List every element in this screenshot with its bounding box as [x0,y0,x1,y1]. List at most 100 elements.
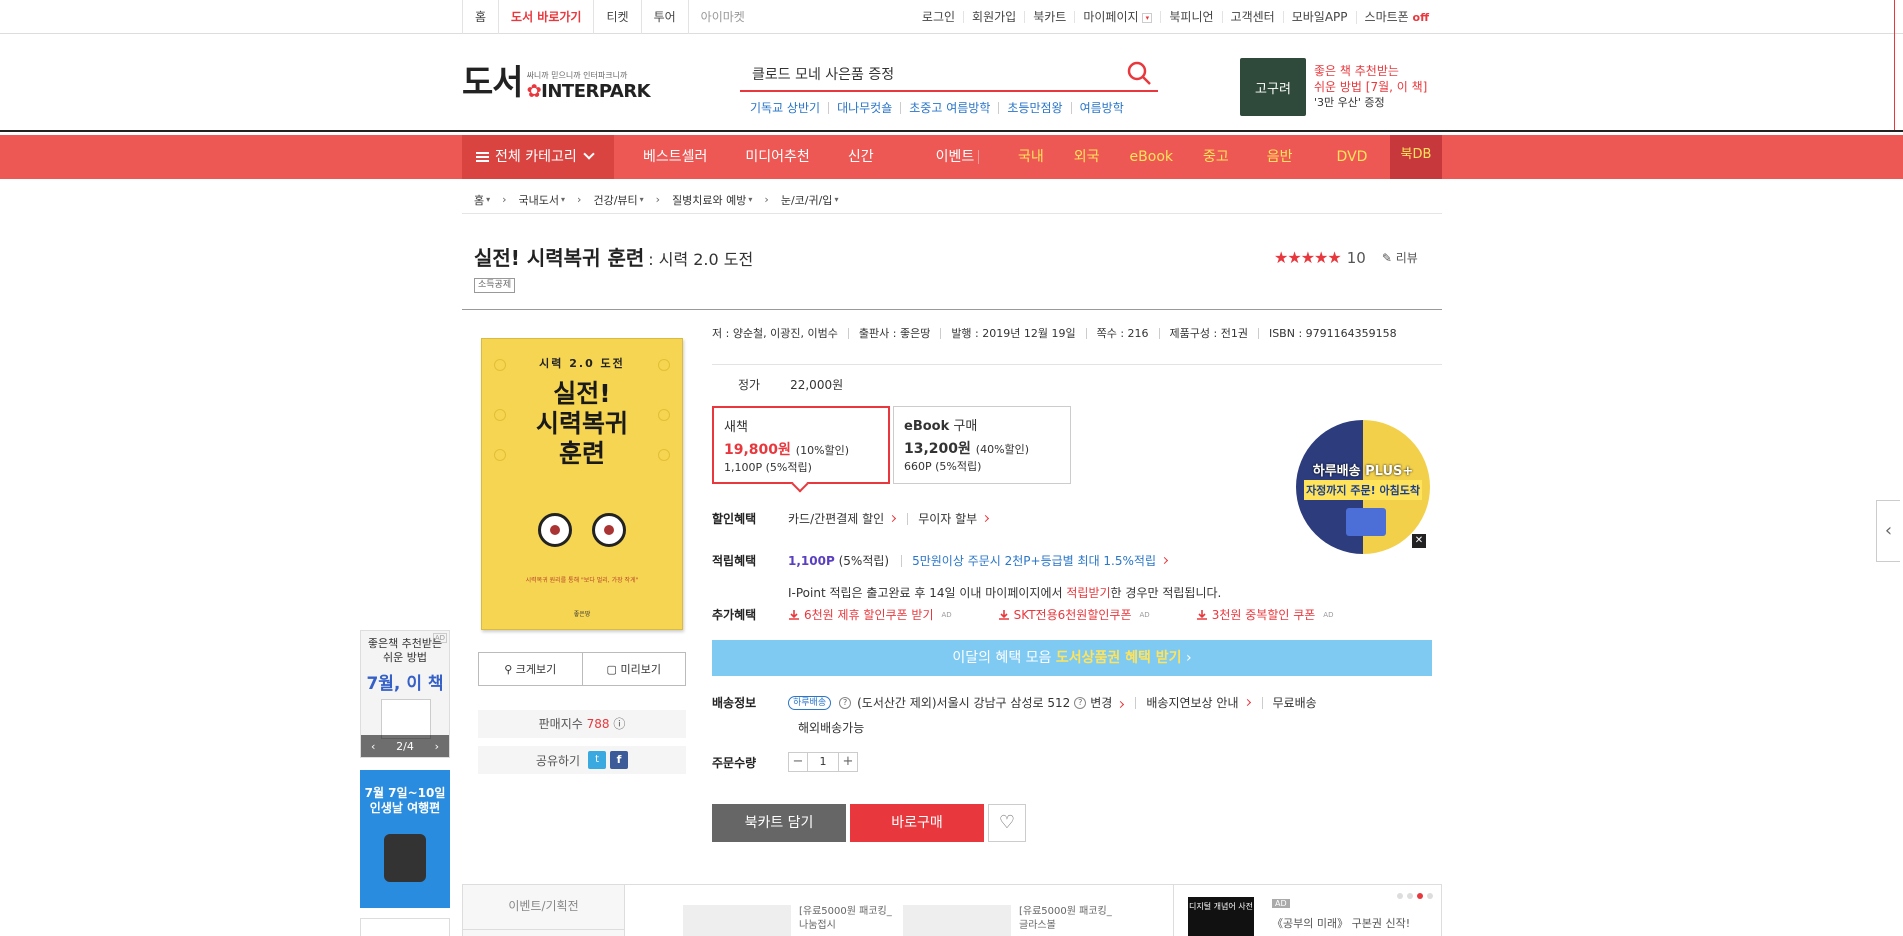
extra-point-link[interactable]: 5만원이상 주문시 2천P+등급별 최대 1.5%적립 [901,554,1169,567]
header-banner-ad[interactable]: 고구려 좋은 책 추천받는 쉬운 방법 [7월, 이 책] '3만 우산' 증정 [1240,58,1427,116]
login-link[interactable]: 로그인 [914,11,963,23]
product-title: 실전! 시력복귀 훈련: 시력 2.0 도전 [474,242,753,271]
breadcrumb-item[interactable]: 국내도서 ▾ [519,192,566,208]
nav-media-pick[interactable]: 미디어추천 [745,135,809,179]
bookpinion-link[interactable]: 북피니언 [1160,11,1221,23]
meta-publisher[interactable]: 출판사 : 좋은땅 [847,328,940,339]
bottom-ad[interactable]: 디지털 개념어 사전 AD 《공부의 미래》 구본권 신작! [1173,885,1443,936]
nav-dvd[interactable]: DVD [1337,135,1368,179]
tab-tour[interactable]: 투어 [642,0,689,34]
site-logo[interactable]: 도서 싸니까 믿으니까 인터파크니까 ✿INTERPARK [462,64,651,102]
side-banner-ad[interactable]: AD 좋은책 추천받는 쉬운 방법 7월, 이 책 ‹ 2/4 › [360,630,450,758]
next-icon[interactable]: › [435,740,439,753]
mypage-link[interactable]: 마이페이지 ▾ [1074,11,1160,23]
meta-date: 발행 : 2019년 12월 19일 [940,328,1085,339]
new-book-option[interactable]: 새책 19,800원 (10%할인) 1,100P (5%적립) [712,406,890,493]
coupon-link[interactable]: SKT전용6천원할인쿠폰 AD [998,606,1150,623]
book-cover-image[interactable]: 시력 2.0 도전 실전! 시력복귀 훈련 시력복귀 원리를 통해 "보다 멀리… [481,338,683,630]
chevron-down-icon: ▾ [1142,12,1153,23]
minus-icon[interactable]: − [789,753,807,771]
keyword-link[interactable]: 초등만점왕 [998,102,1070,114]
enlarge-button[interactable]: ⚲ 크게보기 [479,653,582,685]
tab-home[interactable]: 홈 [462,0,500,34]
facebook-icon[interactable]: f [610,751,629,769]
coupon-link[interactable]: 6천원 제휴 할인쿠폰 받기 AD [788,606,952,623]
bookcart-link[interactable]: 북카트 [1024,11,1074,23]
keyword-link[interactable]: 대나무컷숄 [828,102,900,114]
plus-icon[interactable]: + [839,753,857,771]
coupon-label: SKT전용6천원할인쿠폰 [1013,608,1132,622]
nav-menu-secondary: 국내 외국 eBook 중고 음반 DVD [1018,135,1397,179]
info-icon[interactable]: ⓘ [613,717,625,731]
coupon-link[interactable]: 3천원 중복할인 쿠폰 AD [1196,606,1333,623]
installment-link[interactable]: 무이자 할부 [907,512,990,525]
tab-imarket[interactable]: 아이마켓 [689,0,757,34]
nav-used[interactable]: 중고 [1203,135,1229,179]
carousel-dot[interactable] [1417,893,1423,899]
search-box[interactable]: 클로드 모네 사은품 증정 [740,56,1158,92]
row-label: 할인혜택 [712,512,757,526]
breadcrumb-item[interactable]: 홈 ▾ [474,192,490,208]
twitter-icon[interactable]: t [588,751,607,769]
mobile-app-link[interactable]: 모바일APP [1282,11,1356,23]
meta-authors[interactable]: 저 : 양순철, 이광진, 이범수 [712,328,848,339]
search-input[interactable]: 클로드 모네 사은품 증정 [752,64,894,84]
point-value: 1,100P [788,553,835,568]
tab-ticket[interactable]: 티켓 [594,0,642,34]
review-link[interactable]: ✎ 리뷰 [1382,249,1418,266]
nav-music[interactable]: 음반 [1267,135,1293,179]
buy-now-button[interactable]: 바로구매 [850,804,984,842]
nav-domestic[interactable]: 국내 [1018,135,1044,179]
side-banner-ad-3[interactable] [360,918,450,936]
download-icon [998,609,1009,620]
all-category-button[interactable]: 전체 카테고리 [462,135,614,179]
carousel-dot[interactable] [1427,893,1433,899]
nav-new[interactable]: 신간 [848,135,874,179]
related-product[interactable]: [유료5000원 패코킹_ 나눔접시 [683,905,892,936]
carousel-dot[interactable] [1407,893,1413,899]
ebook-option[interactable]: eBook 구매 13,200원 (40%할인) 660P (5%적립) [893,406,1071,484]
carousel-dot[interactable] [1397,893,1403,899]
preview-button[interactable]: ▢ 미리보기 [581,653,686,685]
keyword-link[interactable]: 초중고 여름방학 [900,102,998,114]
breadcrumb-sep: › [644,193,672,206]
quantity-input[interactable]: 1 [807,753,839,771]
delivery-plus-ad[interactable]: 하루배송 PLUS+ 자정까지 주문! 아침도착 [1296,420,1430,554]
customer-center-link[interactable]: 고객센터 [1221,11,1283,23]
help-icon[interactable]: ? [839,696,852,709]
close-icon[interactable]: ✕ [1412,534,1426,548]
keyword-link[interactable]: 기독교 상반기 [750,102,828,114]
change-address-link[interactable]: 변경 [1090,694,1125,711]
address-text: 서울시 강남구 삼성로 512 [936,696,1071,710]
cover-title: 실전! 시력복귀 훈련 [482,379,682,469]
preview-label: 미리보기 [620,663,661,676]
nav-event[interactable]: 이벤트 [936,135,975,179]
event-tab[interactable]: 이벤트/기획전 [463,885,625,936]
add-to-cart-button[interactable]: 북카트 담기 [712,804,846,842]
nav-bookdb[interactable]: 북DB [1390,135,1442,179]
smartphone-status: off [1412,10,1429,24]
tab-books[interactable]: 도서 바로가기 [499,0,595,34]
top-utility-bar: 홈 도서 바로가기 티켓 투어 아이마켓 로그인 회원가입 북카트 마이페이지 … [0,0,1903,34]
prev-icon[interactable]: ‹ [371,740,375,753]
keyword-link[interactable]: 여름방학 [1070,102,1132,114]
smartphone-toggle[interactable]: 스마트폰 off [1355,10,1437,24]
nav-bestseller[interactable]: 베스트셀러 [643,135,707,179]
breadcrumb-item[interactable]: 눈/코/귀/입 ▾ [781,192,839,208]
delay-compensation-link[interactable]: 배송지연보상 안내 [1135,696,1251,709]
nav-ebook[interactable]: eBook [1130,135,1173,179]
nav-foreign[interactable]: 외국 [1074,135,1100,179]
side-panel-toggle[interactable]: ‹ [1876,500,1900,562]
card-discount-link[interactable]: 카드/간편결제 할인 [788,510,897,527]
related-product[interactable]: [유료5000원 패코킹_ 글라스볼 [903,905,1112,936]
breadcrumb-label: 건강/뷰티 [593,193,638,207]
side-travel-ad[interactable]: 7월 7일~10일 인생날 여행편 [360,770,450,908]
monthly-benefit-banner[interactable]: 이달의 혜택 모음 도서상품권 혜택 받기 › [712,640,1432,676]
breadcrumb-item[interactable]: 질병치료와 예방 ▾ [672,192,752,208]
sales-index: 판매지수 788 ⓘ [478,710,686,738]
help-icon[interactable]: ? [1074,696,1087,709]
search-icon[interactable] [1126,60,1152,86]
signup-link[interactable]: 회원가입 [963,11,1024,23]
breadcrumb-item[interactable]: 건강/뷰티 ▾ [593,192,643,208]
heart-icon[interactable]: ♡ [988,804,1026,842]
